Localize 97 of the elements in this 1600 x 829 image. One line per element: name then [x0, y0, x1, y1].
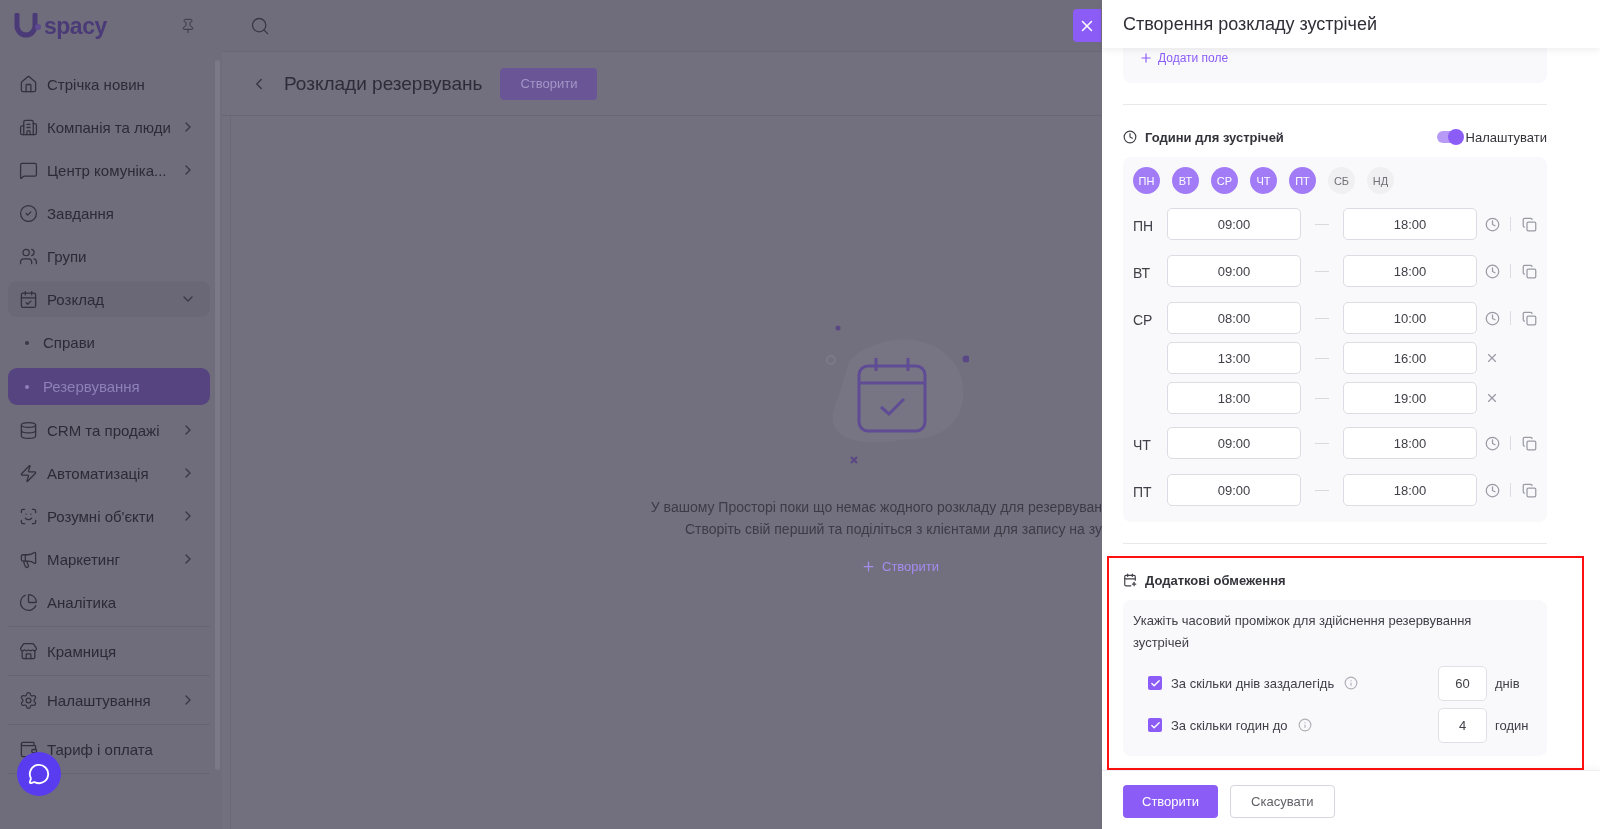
day-chip[interactable]: ПН — [1133, 167, 1160, 194]
database-icon — [19, 420, 38, 440]
time-field[interactable]: 09:00 — [1167, 208, 1301, 240]
time-field[interactable]: 13:00 — [1167, 342, 1301, 374]
calendar-icon — [19, 289, 38, 309]
store-icon — [19, 641, 38, 661]
sidebar-item[interactable]: CRM та продажі — [8, 412, 210, 448]
add-time-icon[interactable] — [1485, 216, 1500, 232]
create-link[interactable]: Створити — [861, 559, 940, 574]
close-button[interactable] — [1073, 9, 1101, 42]
day-chip[interactable]: НД — [1367, 167, 1394, 194]
time-field[interactable]: 16:00 — [1343, 342, 1477, 374]
check-circle-icon — [19, 203, 38, 223]
day-label: СР — [1133, 311, 1154, 330]
plus-icon — [861, 559, 876, 574]
day-chip[interactable]: СР — [1211, 167, 1238, 194]
calendar-icon — [1123, 573, 1137, 587]
unit-label: днів — [1495, 675, 1521, 691]
time-field[interactable]: 19:00 — [1343, 382, 1477, 414]
info-icon[interactable] — [1344, 676, 1359, 690]
time-field[interactable]: 09:00 — [1167, 474, 1301, 506]
section-title: Години для зустрічей — [1145, 129, 1285, 145]
chat-bubble-icon — [28, 763, 50, 785]
description-text: Укажіть часовий проміжок для здійснення резервування зустрічей — [1133, 612, 1473, 652]
house-icon — [19, 74, 38, 94]
megaphone-icon — [19, 549, 38, 569]
cancel-button[interactable]: Скасувати — [1230, 785, 1335, 818]
day-chip[interactable]: ВТ — [1172, 167, 1199, 194]
toggle-switch[interactable] — [1436, 131, 1463, 143]
info-icon[interactable] — [1297, 718, 1312, 732]
copy-icon[interactable] — [1522, 263, 1537, 279]
copy-icon[interactable] — [1522, 216, 1537, 232]
drawer-title: Створення розкладу зустрічей — [1123, 13, 1377, 35]
toggle-label: Налаштувати — [1465, 129, 1547, 145]
remove-icon[interactable] — [1485, 351, 1499, 365]
create-button[interactable]: Створити — [1123, 785, 1219, 818]
sidebar-item[interactable]: Групи — [8, 238, 210, 274]
users-icon — [19, 246, 38, 266]
lightning-icon — [19, 463, 38, 483]
number-field[interactable]: 60 — [1438, 665, 1487, 701]
copy-icon[interactable] — [1522, 435, 1537, 451]
create-button[interactable]: Створити — [500, 67, 598, 100]
plus-icon — [1139, 50, 1153, 65]
time-field[interactable]: 18:00 — [1343, 255, 1477, 287]
face-scan-icon — [19, 506, 38, 526]
rule-label: За скільки годин до — [1171, 717, 1288, 733]
sidebar-item[interactable]: Автоматизація — [8, 455, 210, 491]
sidebar-item[interactable]: Розклад — [8, 281, 210, 317]
page-title: Розклади резервувань — [284, 72, 483, 95]
number-field[interactable]: 4 — [1438, 707, 1487, 743]
day-chip[interactable]: СБ — [1328, 167, 1355, 194]
time-field[interactable]: 10:00 — [1343, 302, 1477, 334]
time-field[interactable]: 18:00 — [1343, 208, 1477, 240]
checkbox[interactable] — [1148, 718, 1162, 732]
add-time-icon[interactable] — [1485, 263, 1500, 279]
time-field[interactable]: 18:00 — [1343, 427, 1477, 459]
add-field-link[interactable]: Додати поле — [1139, 50, 1229, 65]
day-chip[interactable]: ПТ — [1289, 167, 1316, 194]
time-field[interactable]: 08:00 — [1167, 302, 1301, 334]
time-field[interactable]: 09:00 — [1167, 255, 1301, 287]
sidebar-item[interactable]: Налаштування — [8, 682, 210, 718]
pin-icon[interactable] — [180, 18, 196, 34]
sidebar-item[interactable]: Центр комуніка... — [8, 152, 210, 188]
sidebar-subitem[interactable]: Резервування — [8, 368, 210, 405]
sidebar-item[interactable]: Завдання — [8, 195, 210, 231]
clock-icon — [1123, 130, 1137, 144]
settings-icon — [19, 690, 38, 710]
day-label: ПН — [1133, 217, 1155, 236]
time-field[interactable]: 18:00 — [1343, 474, 1477, 506]
time-field[interactable]: 09:00 — [1167, 427, 1301, 459]
sidebar-item[interactable]: Стрічка новин — [8, 66, 210, 102]
logo-mark-icon — [14, 13, 42, 39]
sidebar-item[interactable]: Маркетинг — [8, 541, 210, 577]
chat-icon — [19, 160, 38, 180]
building-icon — [19, 117, 38, 137]
remove-icon[interactable] — [1485, 391, 1499, 405]
add-time-icon[interactable] — [1485, 482, 1500, 498]
day-label: ПТ — [1133, 483, 1153, 502]
day-chip[interactable]: ЧТ — [1250, 167, 1277, 194]
sidebar-item[interactable]: Аналітика — [8, 584, 210, 620]
day-label: ВТ — [1133, 264, 1151, 283]
day-label: ЧТ — [1133, 436, 1152, 455]
unit-label: годин — [1495, 717, 1530, 733]
pie-chart-icon — [19, 592, 38, 612]
add-time-icon[interactable] — [1485, 435, 1500, 451]
time-field[interactable]: 18:00 — [1167, 382, 1301, 414]
copy-icon[interactable] — [1522, 482, 1537, 498]
section-title: Додаткові обмеження — [1145, 572, 1287, 588]
rule-label: За скільки днів заздалегідь — [1171, 675, 1335, 691]
sidebar-item[interactable]: Крамниця — [8, 633, 210, 669]
copy-icon[interactable] — [1522, 310, 1537, 326]
add-time-icon[interactable] — [1485, 310, 1500, 326]
checkbox[interactable] — [1148, 676, 1162, 690]
sidebar-subitem[interactable]: Справи — [8, 324, 210, 361]
sidebar-item[interactable]: Розумні об'єкти — [8, 498, 210, 534]
search-icon[interactable] — [250, 15, 270, 36]
sidebar-item[interactable]: Компанія та люди — [8, 109, 210, 145]
